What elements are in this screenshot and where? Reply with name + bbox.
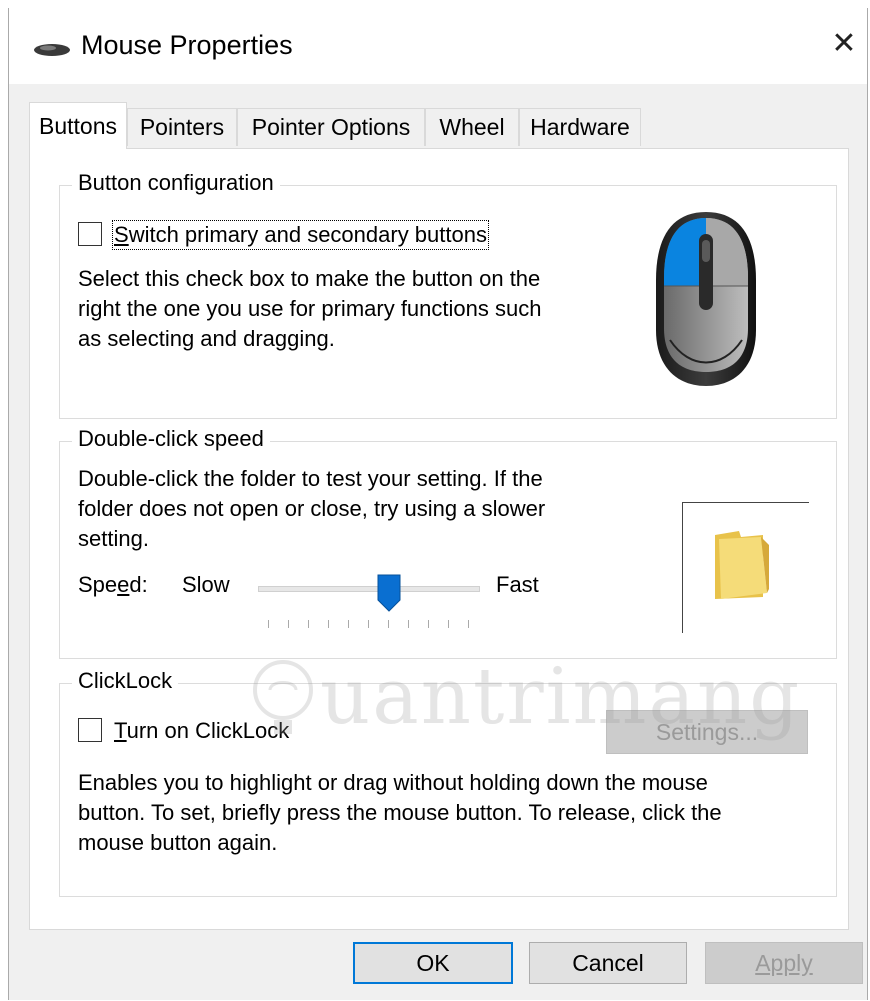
button-configuration-group: Button configuration Switch primary and … xyxy=(59,170,837,419)
group-label-button-configuration: Button configuration xyxy=(72,170,280,196)
clicklock-checkbox-label[interactable]: Turn on ClickLock xyxy=(114,718,289,744)
tab-hardware[interactable]: Hardware xyxy=(519,108,641,146)
fast-label: Fast xyxy=(496,572,539,597)
clicklock-checkbox[interactable] xyxy=(78,718,102,742)
mouse-properties-window: Mouse Properties ✕ Buttons Pointers Poin… xyxy=(8,8,868,1000)
clicklock-line-2: button. To set, briefly press the mouse … xyxy=(78,800,722,825)
double-click-line-2: folder does not open or close, try using… xyxy=(78,496,546,521)
button-config-line-2: right the one you use for primary functi… xyxy=(78,296,542,321)
speed-slider[interactable] xyxy=(258,574,480,638)
double-click-description: Double-click the folder to test your set… xyxy=(78,464,618,554)
switch-label-first-letter: S xyxy=(114,222,129,247)
clicklock-line-1: Enables you to highlight or drag without… xyxy=(78,770,708,795)
mouse-illustration-icon xyxy=(656,212,756,386)
speed-label-pre: Spe xyxy=(78,572,118,597)
button-config-line-1: Select this check box to make the button… xyxy=(78,266,541,291)
slider-ticks xyxy=(268,620,472,630)
double-click-line-1: Double-click the folder to test your set… xyxy=(78,466,543,491)
test-folder-area[interactable] xyxy=(682,502,809,633)
clicklock-group: ClickLock Turn on ClickLock Settings... … xyxy=(59,668,837,897)
speed-label: Speed: xyxy=(78,570,148,600)
ok-button[interactable]: OK xyxy=(353,942,513,984)
apply-button[interactable]: Apply xyxy=(705,942,863,984)
speed-label-underlined: e xyxy=(117,572,130,597)
apply-label: Apply xyxy=(755,949,813,976)
close-button[interactable]: ✕ xyxy=(827,26,861,60)
button-config-line-3: as selecting and dragging. xyxy=(78,326,335,351)
slider-thumb[interactable] xyxy=(377,574,401,612)
switch-buttons-label[interactable]: Switch primary and secondary buttons xyxy=(112,220,489,250)
mouse-icon xyxy=(34,44,70,56)
clicklock-label-rest: urn on ClickLock xyxy=(126,718,290,743)
switch-label-rest: witch primary and secondary buttons xyxy=(128,222,487,247)
group-label-clicklock: ClickLock xyxy=(72,668,179,694)
cancel-button[interactable]: Cancel xyxy=(529,942,687,984)
double-click-speed-group: Double-click speed Double-click the fold… xyxy=(59,426,837,659)
tab-panel-buttons: Button configuration Switch primary and … xyxy=(29,148,849,930)
close-icon: ✕ xyxy=(831,26,857,60)
clicklock-label-underlined: T xyxy=(114,718,127,743)
switch-buttons-checkbox[interactable] xyxy=(78,222,102,246)
tab-pointer-options[interactable]: Pointer Options xyxy=(237,108,425,146)
clicklock-line-3: mouse button again. xyxy=(78,830,278,855)
double-click-line-3: setting. xyxy=(78,526,149,551)
slow-label: Slow xyxy=(182,572,230,597)
window-title: Mouse Properties xyxy=(81,30,293,60)
tab-buttons[interactable]: Buttons xyxy=(29,102,127,149)
title-bar: Mouse Properties ✕ xyxy=(9,8,867,84)
clicklock-settings-button[interactable]: Settings... xyxy=(606,710,808,754)
tab-wheel[interactable]: Wheel xyxy=(425,108,519,146)
group-label-double-click-speed: Double-click speed xyxy=(72,426,270,452)
slider-track[interactable] xyxy=(258,586,480,592)
tab-pointers[interactable]: Pointers xyxy=(127,108,237,146)
button-config-description: Select this check box to make the button… xyxy=(78,264,618,354)
clicklock-description: Enables you to highlight or drag without… xyxy=(78,768,818,858)
folder-icon[interactable] xyxy=(711,529,773,601)
speed-label-post: d: xyxy=(129,572,148,597)
